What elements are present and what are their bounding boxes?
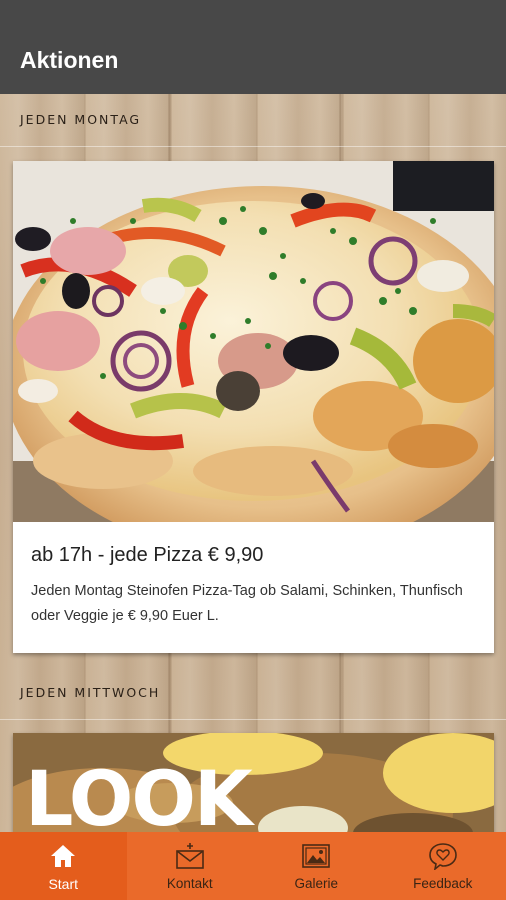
image-icon — [302, 844, 331, 868]
nav-item-feedback[interactable]: Feedback — [380, 832, 506, 900]
home-icon — [51, 845, 76, 867]
section-label-wednesday: JEDEN MITTWOCH — [20, 685, 161, 700]
pizza-image — [13, 161, 494, 522]
offer-title: ab 17h - jede Pizza € 9,90 — [31, 544, 264, 566]
mail-icon — [175, 843, 204, 869]
app-bar: Aktionen — [0, 0, 506, 94]
nav-item-start[interactable]: Start — [0, 832, 127, 900]
nav-label-start: Start — [48, 876, 79, 892]
bottom-navigation: Start Kontakt Galerie Feedback — [0, 832, 506, 900]
section-divider — [0, 146, 506, 147]
nav-label-feedback: Feedback — [413, 876, 473, 891]
look-logo: LOOK — [25, 754, 256, 843]
heart-chat-icon — [428, 843, 457, 870]
page-title: Aktionen — [20, 47, 119, 73]
offer-card-monday[interactable]: ab 17h - jede Pizza € 9,90 Jeden Montag … — [13, 161, 494, 653]
section-divider — [0, 719, 506, 720]
nav-label-galerie: Galerie — [294, 876, 339, 891]
nav-item-galerie[interactable]: Galerie — [253, 832, 380, 900]
offer-description: Jeden Montag Steinofen Pizza-Tag ob Sala… — [31, 583, 463, 624]
nav-item-kontakt[interactable]: Kontakt — [127, 832, 254, 900]
nav-label-kontakt: Kontakt — [166, 876, 213, 891]
section-label-monday: JEDEN MONTAG — [20, 112, 142, 127]
